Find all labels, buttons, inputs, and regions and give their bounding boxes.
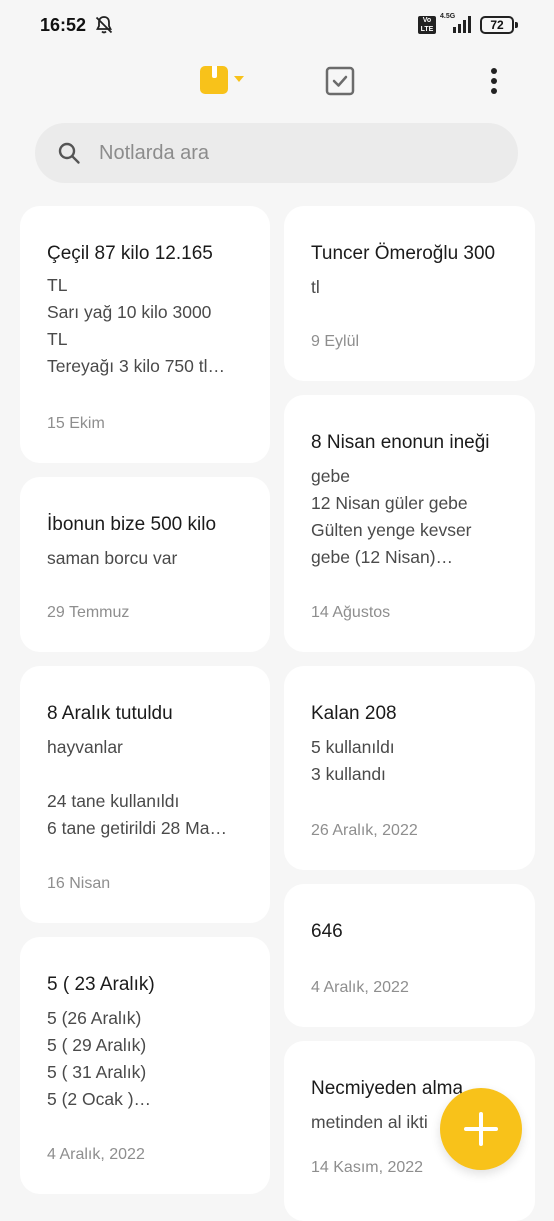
search-input[interactable] <box>99 123 479 183</box>
battery-level: 72 <box>490 18 504 32</box>
note-date: 26 Aralık, 2022 <box>311 822 418 839</box>
status-time: 16:52 <box>40 15 87 35</box>
note-title: İbonun bize 500 kilo <box>47 514 217 535</box>
note-date: 15 Ekim <box>47 415 105 432</box>
note-body: TL Sarı yağ 10 kilo 3000 TL Tereyağı 3 k… <box>47 275 226 376</box>
note-body: hayvanlar 24 tane kullanıldı 6 tane geti… <box>47 737 227 838</box>
note-card[interactable]: İbonun bize 500 kilo saman borcu var 29 … <box>20 477 270 652</box>
note-title: 8 Aralık tutuldu <box>47 703 173 724</box>
note-card[interactable]: Tuncer Ömeroğlu 300 tl 9 Eylül <box>284 206 535 381</box>
signal-strength-icon <box>453 16 471 33</box>
note-date: 16 Nisan <box>47 875 111 892</box>
note-card[interactable]: Çeçil 87 kilo 12.165 TL Sarı yağ 10 kilo… <box>20 206 270 463</box>
note-card[interactable]: 646 4 Aralık, 2022 <box>284 884 535 1027</box>
note-title: Çeçil 87 kilo 12.165 <box>47 243 213 264</box>
volte-badge: Vo LTE <box>418 16 436 34</box>
note-date: 9 Eylül <box>311 333 360 350</box>
note-date: 14 Ağustos <box>311 604 391 621</box>
note-date: 29 Temmuz <box>47 604 130 621</box>
note-date: 4 Aralık, 2022 <box>47 1146 145 1163</box>
note-card[interactable]: 8 Nisan enonun ineği gebe 12 Nisan güler… <box>284 395 535 652</box>
more-options-button[interactable] <box>484 66 504 96</box>
notifications-off-icon <box>95 16 113 34</box>
chevron-down-icon <box>234 76 244 82</box>
notes-folder-icon <box>200 66 228 94</box>
note-body: 5 (26 Aralık) 5 ( 29 Aralık) 5 ( 31 Aral… <box>47 1008 152 1109</box>
note-card[interactable]: 8 Aralık tutuldu hayvanlar 24 tane kulla… <box>20 666 270 923</box>
note-card[interactable]: Kalan 208 5 kullanıldı 3 kullandı 26 Ara… <box>284 666 535 870</box>
note-body: gebe 12 Nisan güler gebe Gülten yenge ke… <box>311 466 472 567</box>
note-body: saman borcu var <box>47 548 178 568</box>
note-title: Tuncer Ömeroğlu 300 <box>311 243 496 264</box>
tab-notes[interactable] <box>200 66 246 96</box>
search-icon <box>58 142 80 164</box>
top-toolbar <box>0 60 554 104</box>
note-title: Kalan 208 <box>311 703 397 724</box>
add-note-button[interactable] <box>440 1088 522 1170</box>
note-card[interactable]: 5 ( 23 Aralık) 5 (26 Aralık) 5 ( 29 Aral… <box>20 937 270 1194</box>
note-date: 4 Aralık, 2022 <box>311 979 409 996</box>
note-body: tl <box>311 277 320 297</box>
tab-todo[interactable] <box>325 66 355 96</box>
search-bar[interactable] <box>35 123 518 183</box>
note-title: 5 ( 23 Aralık) <box>47 974 155 995</box>
note-title: 8 Nisan enonun ineği <box>311 432 490 453</box>
note-body: 5 kullanıldı 3 kullandı <box>311 737 395 784</box>
battery-icon: 72 <box>480 16 518 34</box>
note-date: 14 Kasım, 2022 <box>311 1159 424 1176</box>
note-title: 646 <box>311 921 343 942</box>
status-bar: 16:52 Vo LTE 4.5G 72 <box>0 0 554 50</box>
